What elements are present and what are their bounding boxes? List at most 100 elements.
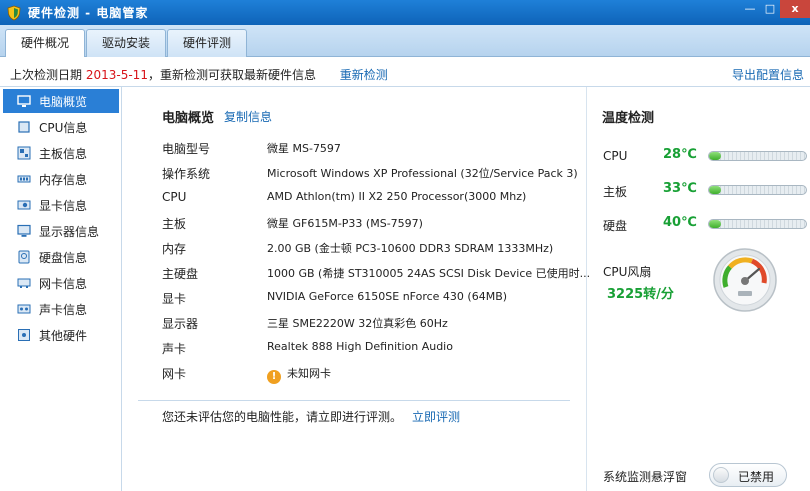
info-key: 内存	[162, 242, 187, 256]
network-card-icon	[17, 276, 31, 290]
title-bar: 硬件检测 - 电脑管家 — □ x	[0, 0, 810, 25]
info-value: 未知网卡	[287, 367, 331, 380]
info-value: 2.00 GB (金士顿 PC3-10600 DDR3 SDRAM 1333MH…	[267, 242, 554, 255]
info-key: 主板	[162, 217, 187, 231]
last-check-info: 上次检测日期 2013-5-11，重新检测可获取最新硬件信息 重新检测	[10, 66, 388, 83]
display-icon	[17, 224, 31, 238]
temperature-title: 温度检测	[602, 111, 655, 126]
temp-value: 40℃	[663, 215, 697, 230]
hard-disk-icon	[17, 250, 31, 264]
info-bar: 上次检测日期 2013-5-11，重新检测可获取最新硬件信息 重新检测 导出配置…	[0, 57, 810, 87]
other-hardware-icon	[17, 328, 31, 342]
fan-speed: 3225转/分	[607, 287, 674, 302]
sidebar-item-overview[interactable]: 电脑概览	[3, 89, 119, 113]
sidebar-item-label: 其他硬件	[39, 328, 88, 343]
sidebar-item-network[interactable]: 网卡信息	[3, 271, 119, 295]
sound-card-icon	[17, 302, 31, 316]
temp-row-hard-disk: 硬盘 40℃	[603, 213, 807, 235]
info-row-os: 操作系统 Microsoft Windows XP Professional (…	[162, 165, 582, 185]
temp-bar-fill	[709, 186, 721, 194]
sidebar: 电脑概览 CPU信息 主板信息 内存信息 显卡信息 显示器信息 硬盘信息 网卡信…	[0, 87, 122, 491]
tab-bar: 硬件概况 驱动安装 硬件评测	[0, 25, 810, 58]
info-row-display: 显示器 三星 SME2220W 32位真彩色 60Hz	[162, 315, 582, 335]
info-value: 微星 MS-7597	[267, 142, 341, 155]
temp-bar-fill	[709, 220, 721, 228]
hardware-detection-window: 硬件检测 - 电脑管家 — □ x 硬件概况 驱动安装 硬件评测 上次检测日期 …	[0, 0, 810, 491]
fan-label: CPU风扇	[603, 265, 652, 279]
overview-panel: 电脑概览 复制信息 电脑型号 微星 MS-7597 操作系统 Microsoft…	[122, 87, 590, 491]
info-value: 三星 SME2220W 32位真彩色 60Hz	[267, 317, 448, 330]
motherboard-icon	[17, 146, 31, 160]
tab-hardware-overview[interactable]: 硬件概况	[5, 29, 85, 58]
window-title: 硬件检测 - 电脑管家	[28, 6, 149, 20]
info-value: 微星 GF615M-P33 (MS-7597)	[267, 217, 423, 230]
info-key: 主硬盘	[162, 267, 199, 281]
copy-info-link[interactable]: 复制信息	[224, 108, 272, 125]
temp-bar	[708, 219, 807, 229]
temperature-panel: 温度检测 CPU 28℃ 主板 33℃ 硬盘 40℃ CPU风扇 3225转/分	[586, 87, 810, 491]
sidebar-item-motherboard[interactable]: 主板信息	[3, 141, 119, 165]
temp-bar-fill	[709, 152, 721, 160]
minimize-button[interactable]: —	[740, 0, 760, 18]
toggle-knob	[713, 467, 729, 483]
last-check-prefix: 上次检测日期	[10, 68, 83, 82]
sidebar-item-label: CPU信息	[39, 120, 88, 135]
temp-label: 硬盘	[603, 219, 628, 233]
temp-row-cpu: CPU 28℃	[603, 145, 807, 167]
evaluate-now-link[interactable]: 立即评测	[412, 408, 460, 425]
info-row-hard-disk: 主硬盘 1000 GB (希捷 ST310005 24AS SCSI Disk …	[162, 265, 590, 285]
sidebar-item-sound[interactable]: 声卡信息	[3, 297, 119, 321]
temp-value: 33℃	[663, 181, 697, 196]
sidebar-item-label: 内存信息	[39, 172, 88, 187]
sidebar-item-display[interactable]: 显示器信息	[3, 219, 119, 243]
temp-row-motherboard: 主板 33℃	[603, 179, 807, 201]
info-value-wrap: ! 未知网卡	[267, 365, 331, 384]
float-window-toggle[interactable]: 已禁用	[709, 463, 787, 487]
graphics-card-icon	[17, 198, 31, 212]
tab-hardware-benchmark[interactable]: 硬件评测	[167, 29, 247, 57]
sidebar-item-label: 网卡信息	[39, 276, 88, 291]
sidebar-item-label: 硬盘信息	[39, 250, 88, 265]
info-key: 声卡	[162, 342, 187, 356]
temp-bar	[708, 151, 807, 161]
tab-driver-install[interactable]: 驱动安装	[86, 29, 166, 57]
float-window-label: 系统监测悬浮窗	[603, 470, 688, 484]
temp-label: CPU	[603, 149, 628, 163]
sidebar-item-label: 显示器信息	[39, 224, 100, 239]
close-button[interactable]: x	[780, 0, 810, 18]
info-row-model: 电脑型号 微星 MS-7597	[162, 140, 582, 160]
recheck-link[interactable]: 重新检测	[340, 68, 388, 82]
cpu-icon	[17, 120, 31, 134]
sidebar-item-label: 声卡信息	[39, 302, 88, 317]
info-value: Realtek 888 High Definition Audio	[267, 340, 453, 353]
monitor-icon	[17, 94, 31, 108]
sidebar-item-other[interactable]: 其他硬件	[3, 323, 119, 347]
divider	[138, 400, 570, 401]
maximize-button[interactable]: □	[760, 0, 780, 18]
info-row-cpu: CPU AMD Athlon(tm) II X2 250 Processor(3…	[162, 190, 582, 210]
sidebar-item-hard-disk[interactable]: 硬盘信息	[3, 245, 119, 269]
info-key: 网卡	[162, 367, 187, 381]
toggle-state: 已禁用	[738, 470, 775, 484]
info-key: 操作系统	[162, 167, 211, 181]
overview-title: 电脑概览	[162, 111, 215, 126]
sidebar-item-cpu[interactable]: CPU信息	[3, 115, 119, 139]
warning-icon: !	[267, 370, 281, 384]
info-row-sound: 声卡 Realtek 888 High Definition Audio	[162, 340, 582, 360]
info-row-motherboard: 主板 微星 GF615M-P33 (MS-7597)	[162, 215, 582, 235]
export-config-link[interactable]: 导出配置信息	[732, 66, 804, 83]
temp-bar	[708, 185, 807, 195]
window-controls: — □ x	[740, 0, 810, 18]
sidebar-item-label: 显卡信息	[39, 198, 88, 213]
info-key: 电脑型号	[162, 142, 211, 156]
sidebar-item-label: 电脑概览	[39, 94, 88, 109]
sidebar-item-memory[interactable]: 内存信息	[3, 167, 119, 191]
last-check-date: 2013-5-11	[85, 68, 148, 82]
shield-icon	[7, 5, 21, 20]
temp-value: 28℃	[663, 147, 697, 162]
info-row-memory: 内存 2.00 GB (金士顿 PC3-10600 DDR3 SDRAM 133…	[162, 240, 582, 260]
info-row-network: 网卡 ! 未知网卡	[162, 365, 582, 385]
info-value: 1000 GB (希捷 ST310005 24AS SCSI Disk Devi…	[267, 267, 591, 280]
sidebar-item-graphics[interactable]: 显卡信息	[3, 193, 119, 217]
temp-label: 主板	[603, 185, 628, 199]
